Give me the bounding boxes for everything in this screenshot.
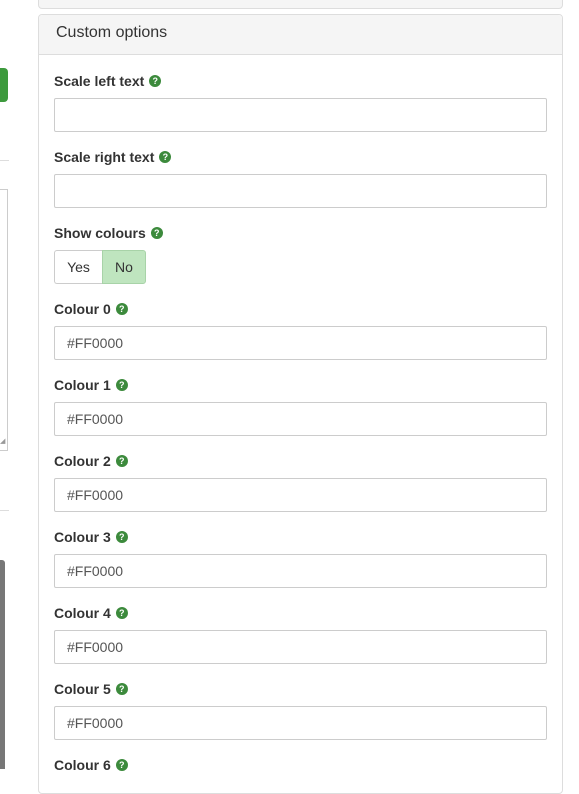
question-circle-icon[interactable]: ? [159,151,172,163]
divider [0,160,9,161]
colour-4-input[interactable] [54,630,547,664]
question-circle-icon[interactable]: ? [115,607,128,619]
colour-6-label: Colour 6 ? [54,756,547,774]
show-colours-label: Show colours ? [54,224,547,242]
green-button-edge[interactable] [0,68,8,102]
toggle-yes-button[interactable]: Yes [54,250,102,284]
show-colours-group: Show colours ? Yes No [54,224,547,284]
colour-6-group: Colour 6 ? [54,756,547,774]
colour-1-input[interactable] [54,402,547,436]
panel-body: Scale left text ? Scale right text ? Sho… [39,55,562,774]
scale-right-label: Scale right text ? [54,148,547,166]
question-circle-icon[interactable]: ? [115,455,128,467]
colour-5-input[interactable] [54,706,547,740]
colour-2-label: Colour 2 ? [54,452,547,470]
colour-2-group: Colour 2 ? [54,452,547,512]
question-circle-icon[interactable]: ? [115,683,128,695]
colour-1-label: Colour 1 ? [54,376,547,394]
colour-3-group: Colour 3 ? [54,528,547,588]
colour-2-input[interactable] [54,478,547,512]
question-circle-icon[interactable]: ? [149,75,162,87]
colour-0-group: Colour 0 ? [54,300,547,360]
colour-1-group: Colour 1 ? [54,376,547,436]
toggle-no-button[interactable]: No [102,250,146,284]
resize-grip-icon[interactable]: ◢ [0,438,6,446]
colour-5-group: Colour 5 ? [54,680,547,740]
question-circle-icon[interactable]: ? [115,531,128,543]
scale-left-input[interactable] [54,98,547,132]
colour-3-input[interactable] [54,554,547,588]
panel-heading: Custom options [39,15,562,55]
divider [0,510,9,511]
colour-0-input[interactable] [54,326,547,360]
show-colours-toggle: Yes No [54,250,146,284]
colour-0-label: Colour 0 ? [54,300,547,318]
question-circle-icon[interactable]: ? [150,227,163,239]
textarea-edge[interactable] [0,189,8,451]
scale-right-group: Scale right text ? [54,148,547,208]
scale-right-input[interactable] [54,174,547,208]
question-circle-icon[interactable]: ? [115,759,128,771]
colour-4-group: Colour 4 ? [54,604,547,664]
previous-panel-bottom [38,0,563,9]
left-page-fragment: ◢ [0,0,10,769]
question-circle-icon[interactable]: ? [115,379,128,391]
colour-3-label: Colour 3 ? [54,528,547,546]
scale-left-group: Scale left text ? [54,72,547,132]
custom-options-panel: Custom options Scale left text ? Scale r… [38,14,563,794]
question-circle-icon[interactable]: ? [115,303,128,315]
scale-left-label: Scale left text ? [54,72,547,90]
colour-5-label: Colour 5 ? [54,680,547,698]
dark-panel-edge [0,560,5,769]
colour-4-label: Colour 4 ? [54,604,547,622]
